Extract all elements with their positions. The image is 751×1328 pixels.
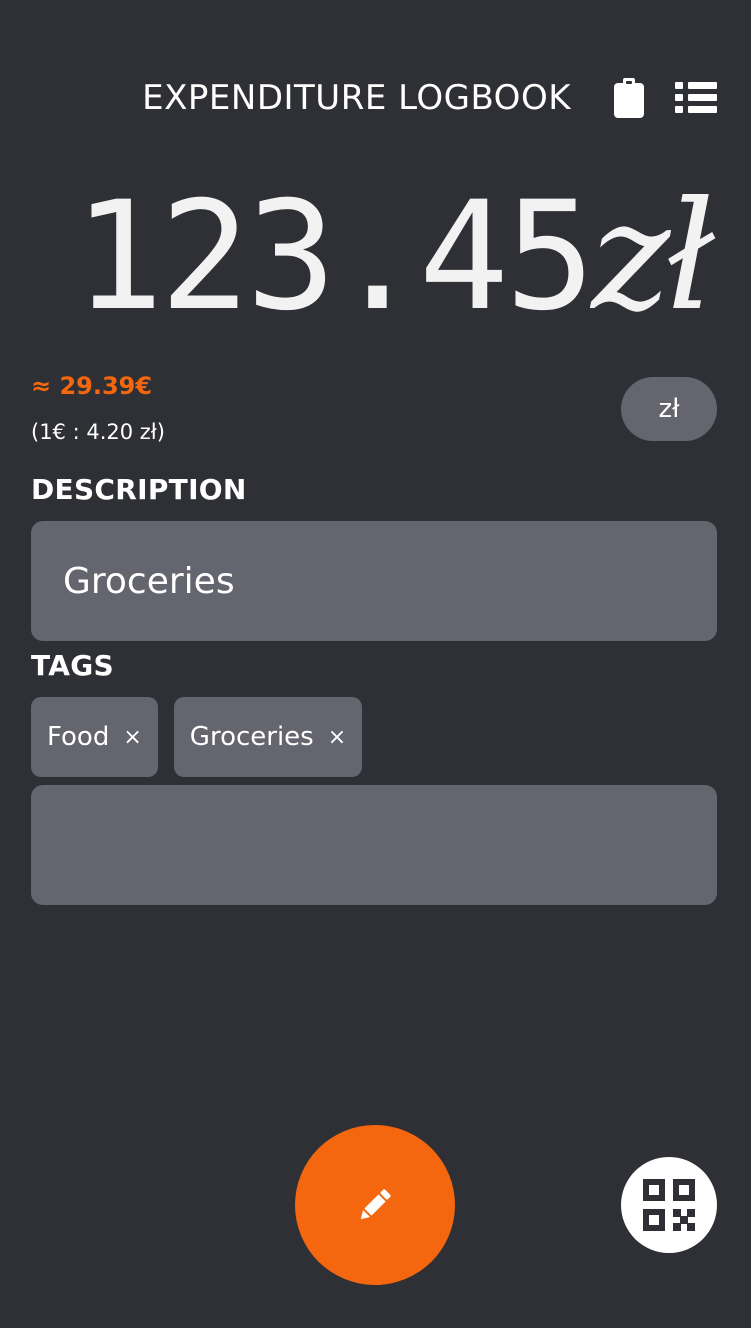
exchange-rate: (1€ : 4.20 zł) (31, 420, 165, 444)
remove-tag-icon[interactable]: × (123, 725, 141, 750)
clipboard-icon (614, 78, 644, 118)
remove-tag-icon[interactable]: × (328, 725, 346, 750)
edit-button[interactable] (295, 1125, 455, 1285)
amount-value: 123.45 (73, 170, 595, 344)
app-title: EXPENDITURE LOGBOOK (142, 78, 571, 118)
list-button[interactable] (674, 76, 718, 120)
clipboard-button[interactable] (607, 76, 651, 120)
tags-label: TAGS (31, 649, 114, 682)
amount-display: 123.45zł (73, 182, 715, 332)
header: EXPENDITURE LOGBOOK (0, 70, 751, 126)
qr-scan-button[interactable] (621, 1157, 717, 1253)
currency-button[interactable]: zł (621, 377, 717, 441)
tag-label: Food (47, 722, 110, 752)
amount-currency-symbol: zł (591, 170, 715, 344)
qr-code-icon (643, 1179, 695, 1231)
tag-label: Groceries (189, 722, 314, 752)
converted-amount: ≈ 29.39€ (31, 372, 153, 400)
description-label: DESCRIPTION (31, 473, 247, 506)
pencil-icon (360, 1189, 391, 1220)
tag-chip[interactable]: Groceries × (173, 697, 363, 777)
tag-input[interactable] (31, 785, 717, 905)
description-input[interactable] (31, 521, 717, 641)
tag-list: Food × Groceries × (31, 697, 363, 777)
list-icon (675, 82, 717, 113)
tag-chip[interactable]: Food × (31, 697, 158, 777)
